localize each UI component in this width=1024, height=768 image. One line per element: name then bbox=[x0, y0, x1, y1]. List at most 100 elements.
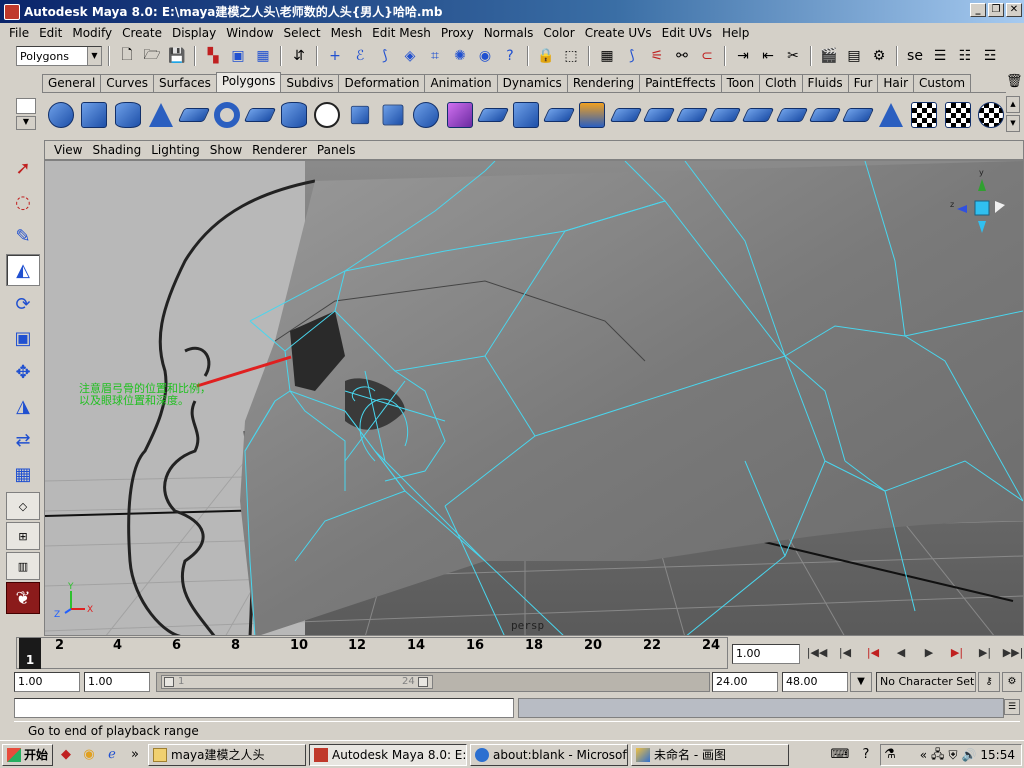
render-frame-icon[interactable]: 🎬 bbox=[818, 45, 840, 67]
channel-box-toggle-icon[interactable]: ☰ bbox=[929, 45, 951, 67]
tab-general[interactable]: General bbox=[42, 74, 102, 92]
playback-start-field[interactable]: 1.00 bbox=[84, 672, 150, 692]
time-slider[interactable]: 1 2 4 6 8 10 12 14 16 18 20 22 24 bbox=[16, 637, 728, 669]
range-end-handle[interactable] bbox=[418, 677, 428, 687]
tab-dynamics[interactable]: Dynamics bbox=[496, 74, 568, 92]
current-time-field[interactable]: 1.00 bbox=[732, 644, 800, 664]
poly-combine-icon[interactable] bbox=[345, 98, 375, 132]
scale-tool-icon[interactable]: ▣ bbox=[6, 322, 40, 354]
menu-modify[interactable]: Modify bbox=[67, 26, 117, 40]
range-slider-bar[interactable]: 1 24 bbox=[161, 675, 433, 689]
poly-torus-icon[interactable] bbox=[212, 98, 242, 132]
soft-mod-tool-icon[interactable]: ◮ bbox=[6, 390, 40, 422]
last-tool-icon[interactable]: ⇄ bbox=[6, 424, 40, 456]
keyboard-icon[interactable]: ⌨ bbox=[830, 745, 850, 765]
pick-mask-deform-icon[interactable]: ⌗ bbox=[424, 45, 446, 67]
animation-end-field[interactable]: 48.00 bbox=[782, 672, 848, 692]
poly-cone-icon[interactable] bbox=[146, 98, 176, 132]
tab-subdivs[interactable]: Subdivs bbox=[280, 74, 340, 92]
poly-triangulate-icon[interactable] bbox=[511, 98, 541, 132]
menu-color[interactable]: Color bbox=[538, 26, 579, 40]
range-dropdown-button[interactable]: ▼ bbox=[850, 672, 872, 692]
menu-window[interactable]: Window bbox=[221, 26, 278, 40]
poly-smooth-icon[interactable] bbox=[444, 98, 474, 132]
rotate-tool-icon[interactable]: ⟳ bbox=[6, 288, 40, 320]
poly-split-icon[interactable] bbox=[675, 98, 709, 132]
menu-edit-mesh[interactable]: Edit Mesh bbox=[367, 26, 436, 40]
menu-help[interactable]: Help bbox=[717, 26, 754, 40]
maya-app-icon[interactable] bbox=[4, 3, 20, 20]
play-forward-icon[interactable]: ▶ bbox=[916, 641, 942, 663]
open-scene-icon[interactable]: 🗁 bbox=[141, 45, 163, 67]
panel-menu-lighting[interactable]: Lighting bbox=[146, 143, 205, 157]
tab-cloth[interactable]: Cloth bbox=[759, 74, 803, 92]
new-scene-icon[interactable]: 🗋 bbox=[116, 45, 138, 67]
taskbar-item-paint[interactable]: 未命名 - 画图 bbox=[631, 743, 790, 766]
pick-mask-handle-icon[interactable]: ℰ bbox=[349, 45, 371, 67]
poly-sculpt-icon[interactable] bbox=[876, 98, 906, 132]
select-tool-icon[interactable]: ➚ bbox=[6, 152, 40, 184]
tab-custom[interactable]: Custom bbox=[913, 74, 972, 92]
sculpt-tool-icon[interactable]: ◭ bbox=[6, 254, 40, 286]
poly-helix-icon[interactable] bbox=[312, 98, 342, 132]
tool-settings-toggle-icon[interactable]: ☲ bbox=[979, 45, 1001, 67]
tab-surfaces[interactable]: Surfaces bbox=[152, 74, 217, 92]
snap-point-icon[interactable]: ⚟ bbox=[646, 45, 668, 67]
select-hierarchy-icon[interactable]: ▚ bbox=[202, 45, 224, 67]
poly-cut-faces-icon[interactable] bbox=[775, 98, 808, 132]
shield-icon[interactable]: ⛨ bbox=[948, 748, 957, 763]
pick-mask-curve-icon[interactable]: ⟆ bbox=[374, 45, 396, 67]
restore-button[interactable]: ❐ bbox=[988, 3, 1004, 17]
panel-menu-panels[interactable]: Panels bbox=[312, 143, 361, 157]
help-icon[interactable]: ? bbox=[856, 745, 876, 765]
tab-fluids[interactable]: Fluids bbox=[801, 74, 849, 92]
menu-proxy[interactable]: Proxy bbox=[436, 26, 479, 40]
taskbar-item-ie[interactable]: about:blank - Microsoft I... bbox=[470, 743, 629, 766]
select-object-icon[interactable]: ▣ bbox=[227, 45, 249, 67]
poly-separate-icon[interactable] bbox=[378, 98, 408, 132]
step-forward-key-icon[interactable]: ▶| bbox=[944, 641, 970, 663]
command-line-input[interactable] bbox=[14, 698, 514, 718]
tab-deformation[interactable]: Deformation bbox=[338, 74, 426, 92]
poly-extract-icon[interactable] bbox=[411, 98, 441, 132]
poly-plane-icon[interactable] bbox=[177, 98, 211, 132]
panel-menu-renderer[interactable]: Renderer bbox=[247, 143, 312, 157]
construction-history-icon[interactable]: ✂ bbox=[782, 45, 804, 67]
menu-select[interactable]: Select bbox=[279, 26, 326, 40]
make-live-icon[interactable]: ⊂ bbox=[696, 45, 718, 67]
lock-icon[interactable]: 🔒 bbox=[535, 45, 557, 67]
quick-select-field[interactable]: se bbox=[904, 45, 926, 67]
playback-end-field[interactable]: 24.00 bbox=[712, 672, 778, 692]
start-button[interactable]: 开始 bbox=[2, 743, 54, 766]
poly-extrude-icon[interactable] bbox=[577, 98, 607, 132]
layout-persp-outliner-icon[interactable]: ▥ bbox=[6, 552, 40, 580]
range-slider[interactable]: 1 24 bbox=[156, 672, 710, 692]
ie-quicklaunch-icon[interactable]: ℯ bbox=[102, 745, 122, 765]
paint-select-tool-icon[interactable]: ✎ bbox=[6, 220, 40, 252]
layout-four-panes-icon[interactable]: ⊞ bbox=[6, 522, 40, 550]
uv-texture-editor-icon[interactable] bbox=[976, 98, 1006, 132]
menu-display[interactable]: Display bbox=[167, 26, 221, 40]
current-frame-marker[interactable]: 1 bbox=[19, 638, 41, 669]
maya-quicklaunch-icon[interactable]: ◆ bbox=[56, 745, 76, 765]
poly-sphere-icon[interactable] bbox=[46, 98, 76, 132]
menu-mesh[interactable]: Mesh bbox=[326, 26, 368, 40]
ipr-render-icon[interactable]: ▤ bbox=[843, 45, 865, 67]
poly-pipe-icon[interactable] bbox=[278, 98, 308, 132]
maya-logo-icon[interactable]: ❦ bbox=[6, 582, 40, 614]
attribute-editor-toggle-icon[interactable]: ☷ bbox=[954, 45, 976, 67]
menu-create-uvs[interactable]: Create UVs bbox=[580, 26, 657, 40]
snap-curve-icon[interactable]: ⟆ bbox=[621, 45, 643, 67]
chevron-right-icon[interactable]: » bbox=[125, 745, 145, 765]
chevron-left-icon[interactable]: « bbox=[920, 748, 927, 762]
panel-menu-shading[interactable]: Shading bbox=[87, 143, 146, 157]
step-back-key-icon[interactable]: |◀ bbox=[860, 641, 886, 663]
panel-menu-view[interactable]: View bbox=[49, 143, 87, 157]
pick-mask-misc-icon[interactable]: ? bbox=[499, 45, 521, 67]
network-icon[interactable]: 🖧 bbox=[931, 745, 944, 766]
shelf-editor-button[interactable] bbox=[16, 98, 36, 114]
poly-append-icon[interactable] bbox=[642, 98, 676, 132]
output-ops-icon[interactable]: ⇤ bbox=[757, 45, 779, 67]
lock-selection-icon[interactable]: ⇵ bbox=[288, 45, 310, 67]
step-back-icon[interactable]: |◀ bbox=[832, 641, 858, 663]
